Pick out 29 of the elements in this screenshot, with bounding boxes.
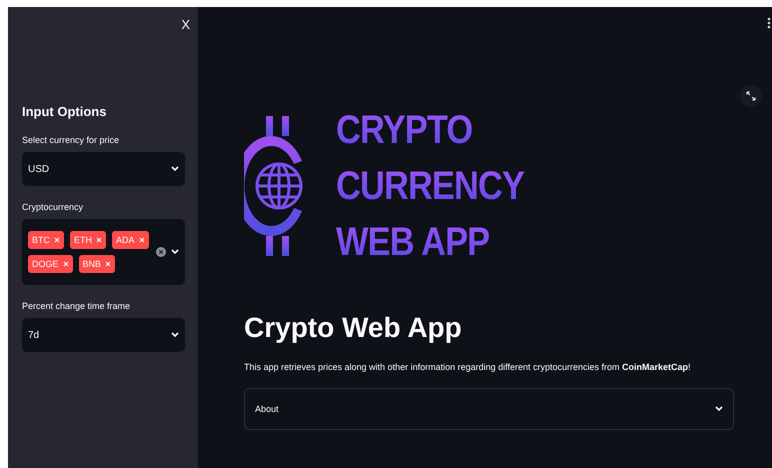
tag[interactable]: DOGE	[28, 255, 73, 273]
chevron-icon	[715, 406, 723, 412]
expand-icon	[746, 91, 756, 101]
tag[interactable]: BTC	[28, 231, 64, 249]
chevron-icon	[171, 249, 179, 255]
chevron-icon	[171, 166, 179, 172]
close-button[interactable]: X	[181, 17, 190, 32]
clear-icon[interactable]	[156, 247, 166, 257]
chevron-icon	[171, 332, 179, 338]
tag[interactable]: ADA	[112, 231, 149, 249]
remove-icon[interactable]	[62, 261, 69, 267]
fullscreen-button[interactable]	[740, 85, 762, 107]
field-label: Select currency for price	[22, 135, 120, 145]
intro-text: This app retrieves prices along with other information regarding different cryptocurrencies from CoinMarketCap!	[244, 362, 692, 372]
field-label: Cryptocurrency	[22, 202, 84, 212]
multiselect-field[interactable]: BTC ETH ADA DOGE BNB	[22, 219, 185, 285]
select-field[interactable]: 7d	[22, 318, 185, 352]
sidebar-heading: Input Options	[22, 104, 108, 119]
tag[interactable]: BNB	[78, 255, 116, 273]
remove-icon[interactable]	[96, 237, 102, 243]
remove-icon[interactable]	[105, 261, 112, 267]
about-expander[interactable]: About	[244, 388, 734, 430]
field-label: Percent change time frame	[22, 301, 132, 311]
tag[interactable]: ETH	[70, 231, 106, 249]
select-field[interactable]: USD	[22, 152, 185, 186]
remove-icon[interactable]	[138, 237, 145, 243]
page-title: Crypto Web App	[244, 312, 463, 344]
remove-icon[interactable]	[54, 237, 60, 243]
menu-icon[interactable]	[767, 17, 771, 29]
